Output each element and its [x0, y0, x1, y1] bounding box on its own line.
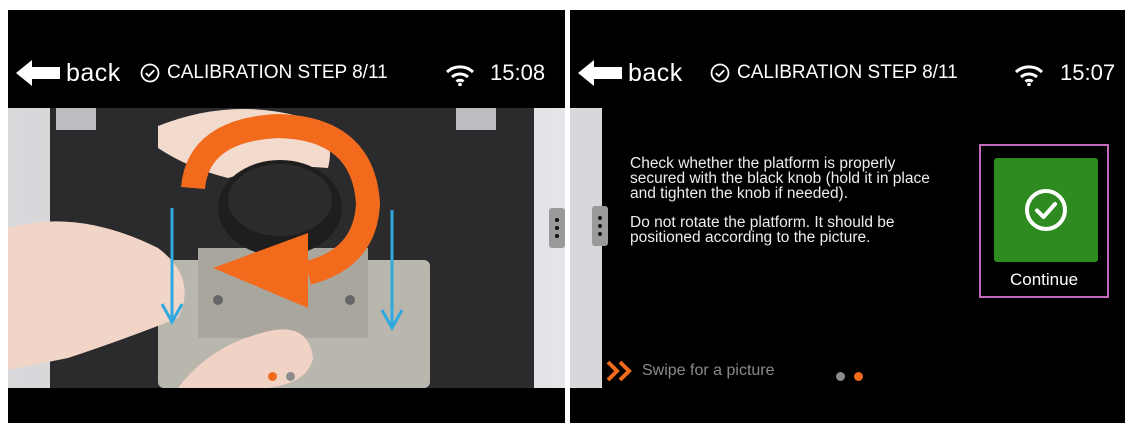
drag-handle-icon[interactable]: [549, 208, 565, 248]
check-circle-icon: [140, 63, 160, 83]
page-indicator: [836, 372, 863, 381]
clock: 15:08: [490, 60, 546, 85]
wifi-icon: [1014, 65, 1044, 86]
previous-page-strip: [570, 108, 602, 388]
swipe-hint-text: Swipe for a picture: [642, 362, 775, 379]
continue-label: Continue: [1009, 270, 1079, 289]
step-title: CALIBRATION STEP 8/11: [710, 62, 958, 84]
continue-button-tile[interactable]: [994, 158, 1098, 262]
page-dot-1[interactable]: [268, 372, 277, 381]
instruction-paragraph: Check whether the platform is properly s…: [630, 155, 930, 202]
calibration-photo: [8, 108, 565, 388]
wifi-icon: [445, 65, 475, 86]
continue-button[interactable]: Continue: [979, 144, 1109, 298]
page-indicator: [268, 372, 295, 381]
back-arrow-icon: [16, 60, 60, 86]
step-title-text: CALIBRATION STEP 8/11: [737, 62, 958, 83]
page-dot-1[interactable]: [836, 372, 845, 381]
check-circle-icon: [710, 63, 730, 83]
instructions: Check whether the platform is properly s…: [630, 156, 950, 259]
drag-handle-icon[interactable]: [592, 206, 608, 246]
swipe-hint: Swipe for a picture: [606, 360, 775, 382]
page-dot-2[interactable]: [286, 372, 295, 381]
back-button[interactable]: back: [578, 58, 683, 88]
step-title-text: CALIBRATION STEP 8/11: [167, 62, 388, 83]
platform-illustration: [8, 108, 534, 388]
left-screen: back CALIBRATION STEP 8/11 15:08: [8, 10, 565, 423]
instruction-paragraph: Do not rotate the platform. It should be…: [630, 214, 895, 246]
top-bar: back CALIBRATION STEP 8/11 15:08: [8, 10, 565, 108]
check-icon: [1025, 189, 1067, 231]
double-chevron-icon: [606, 360, 632, 382]
back-label: back: [628, 58, 683, 87]
top-bar: back CALIBRATION STEP 8/11 15:07: [570, 10, 1125, 108]
back-arrow-icon: [578, 60, 622, 86]
clock: 15:07: [1060, 60, 1116, 85]
back-label: back: [66, 58, 121, 87]
back-button[interactable]: back: [16, 58, 121, 88]
right-screen: back CALIBRATION STEP 8/11 15:07 Check w…: [570, 10, 1125, 423]
page-dot-2[interactable]: [854, 372, 863, 381]
step-title: CALIBRATION STEP 8/11: [140, 62, 388, 84]
